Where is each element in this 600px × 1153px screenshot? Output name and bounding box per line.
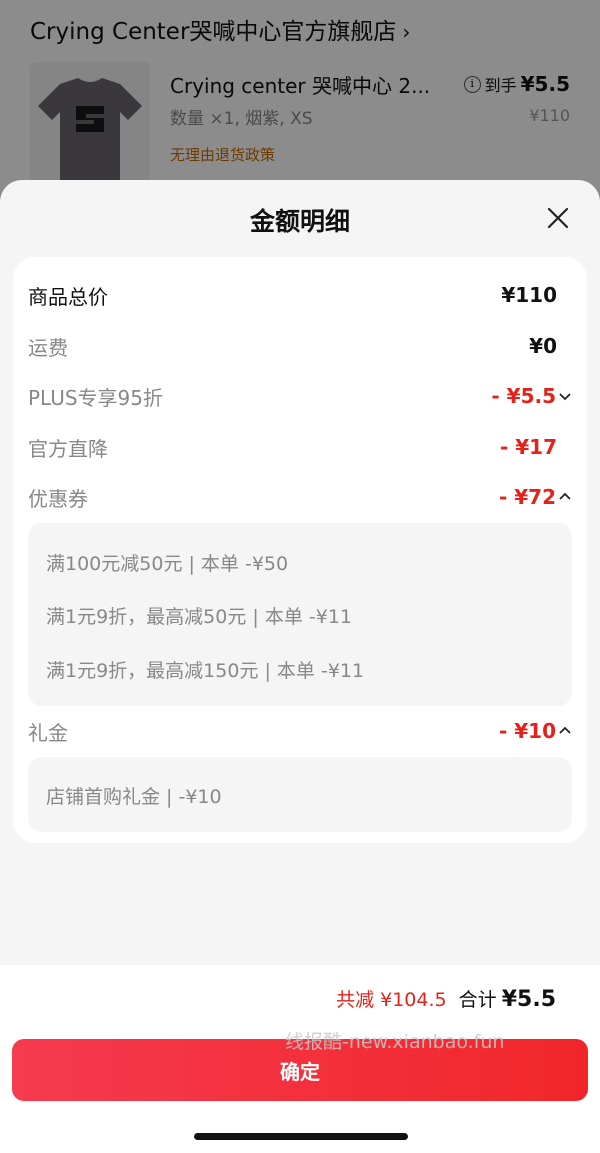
row-coupon[interactable]: 优惠券 - ¥72	[28, 482, 572, 512]
modal-overlay[interactable]	[0, 0, 600, 200]
coupon-item: 满1元9折，最高减50元 | 本单 -¥11	[46, 606, 352, 628]
sheet-title: 金额明细	[249, 207, 350, 236]
plus-discount-label: PLUS专享95折	[28, 385, 163, 410]
total-reduce: 共减 ¥104.5	[336, 989, 447, 1011]
row-shipping: 运费 ¥0	[28, 331, 557, 361]
row-gift[interactable]: 礼金 - ¥10	[28, 716, 572, 746]
gift-detail-list: 店铺首购礼金 | -¥10	[28, 757, 572, 832]
chevron-up-icon	[558, 724, 572, 738]
confirm-button[interactable]: 确定	[12, 1039, 588, 1101]
close-button[interactable]	[546, 206, 570, 230]
coupon-value: - ¥72	[499, 485, 572, 509]
official-discount-value: - ¥17	[499, 435, 557, 459]
amount-detail-sheet: 金额明细 商品总价 ¥110 运费 ¥0 PLUS专享95折 - ¥5.5 官方…	[0, 180, 600, 1153]
subtotal-value: ¥110	[501, 283, 557, 307]
row-official-discount: 官方直降 - ¥17	[28, 432, 557, 462]
coupon-item: 满1元9折，最高减150元 | 本单 -¥11	[46, 660, 365, 682]
official-discount-label: 官方直降	[28, 436, 108, 461]
total-label: 合计	[458, 989, 497, 1011]
coupon-item: 满100元减50元 | 本单 -¥50	[46, 553, 289, 575]
coupon-label: 优惠券	[28, 486, 88, 511]
plus-discount-amount: - ¥5.5	[491, 384, 556, 408]
gift-amount: - ¥10	[498, 719, 556, 743]
coupon-amount: - ¥72	[498, 485, 556, 509]
shipping-value: ¥0	[529, 334, 557, 358]
subtotal-label: 商品总价	[28, 284, 108, 309]
coupon-detail-list: 满100元减50元 | 本单 -¥50 满1元9折，最高减50元 | 本单 -¥…	[28, 523, 572, 706]
amount-detail-card: 商品总价 ¥110 运费 ¥0 PLUS专享95折 - ¥5.5 官方直降 - …	[13, 257, 587, 843]
chevron-up-icon	[558, 490, 572, 504]
close-icon	[547, 207, 569, 229]
plus-discount-value: - ¥5.5	[491, 384, 572, 408]
chevron-down-icon	[558, 389, 572, 403]
gift-value: - ¥10	[499, 719, 572, 743]
total-amount: ¥5.5	[501, 987, 556, 1012]
gift-item: 店铺首购礼金 | -¥10	[46, 786, 222, 808]
total-summary: 共减 ¥104.5 合计 ¥5.5	[336, 985, 556, 1012]
row-subtotal: 商品总价 ¥110	[28, 280, 557, 310]
sheet-header: 金额明细	[0, 180, 600, 256]
total-group: 合计 ¥5.5	[459, 985, 556, 1012]
row-plus-discount[interactable]: PLUS专享95折 - ¥5.5	[28, 381, 572, 411]
shipping-label: 运费	[28, 335, 68, 360]
gift-label: 礼金	[28, 720, 68, 745]
sheet-footer: 共减 ¥104.5 合计 ¥5.5 确定 线报酷-new.xianbao.fun	[0, 965, 600, 1153]
home-indicator[interactable]	[194, 1133, 408, 1140]
